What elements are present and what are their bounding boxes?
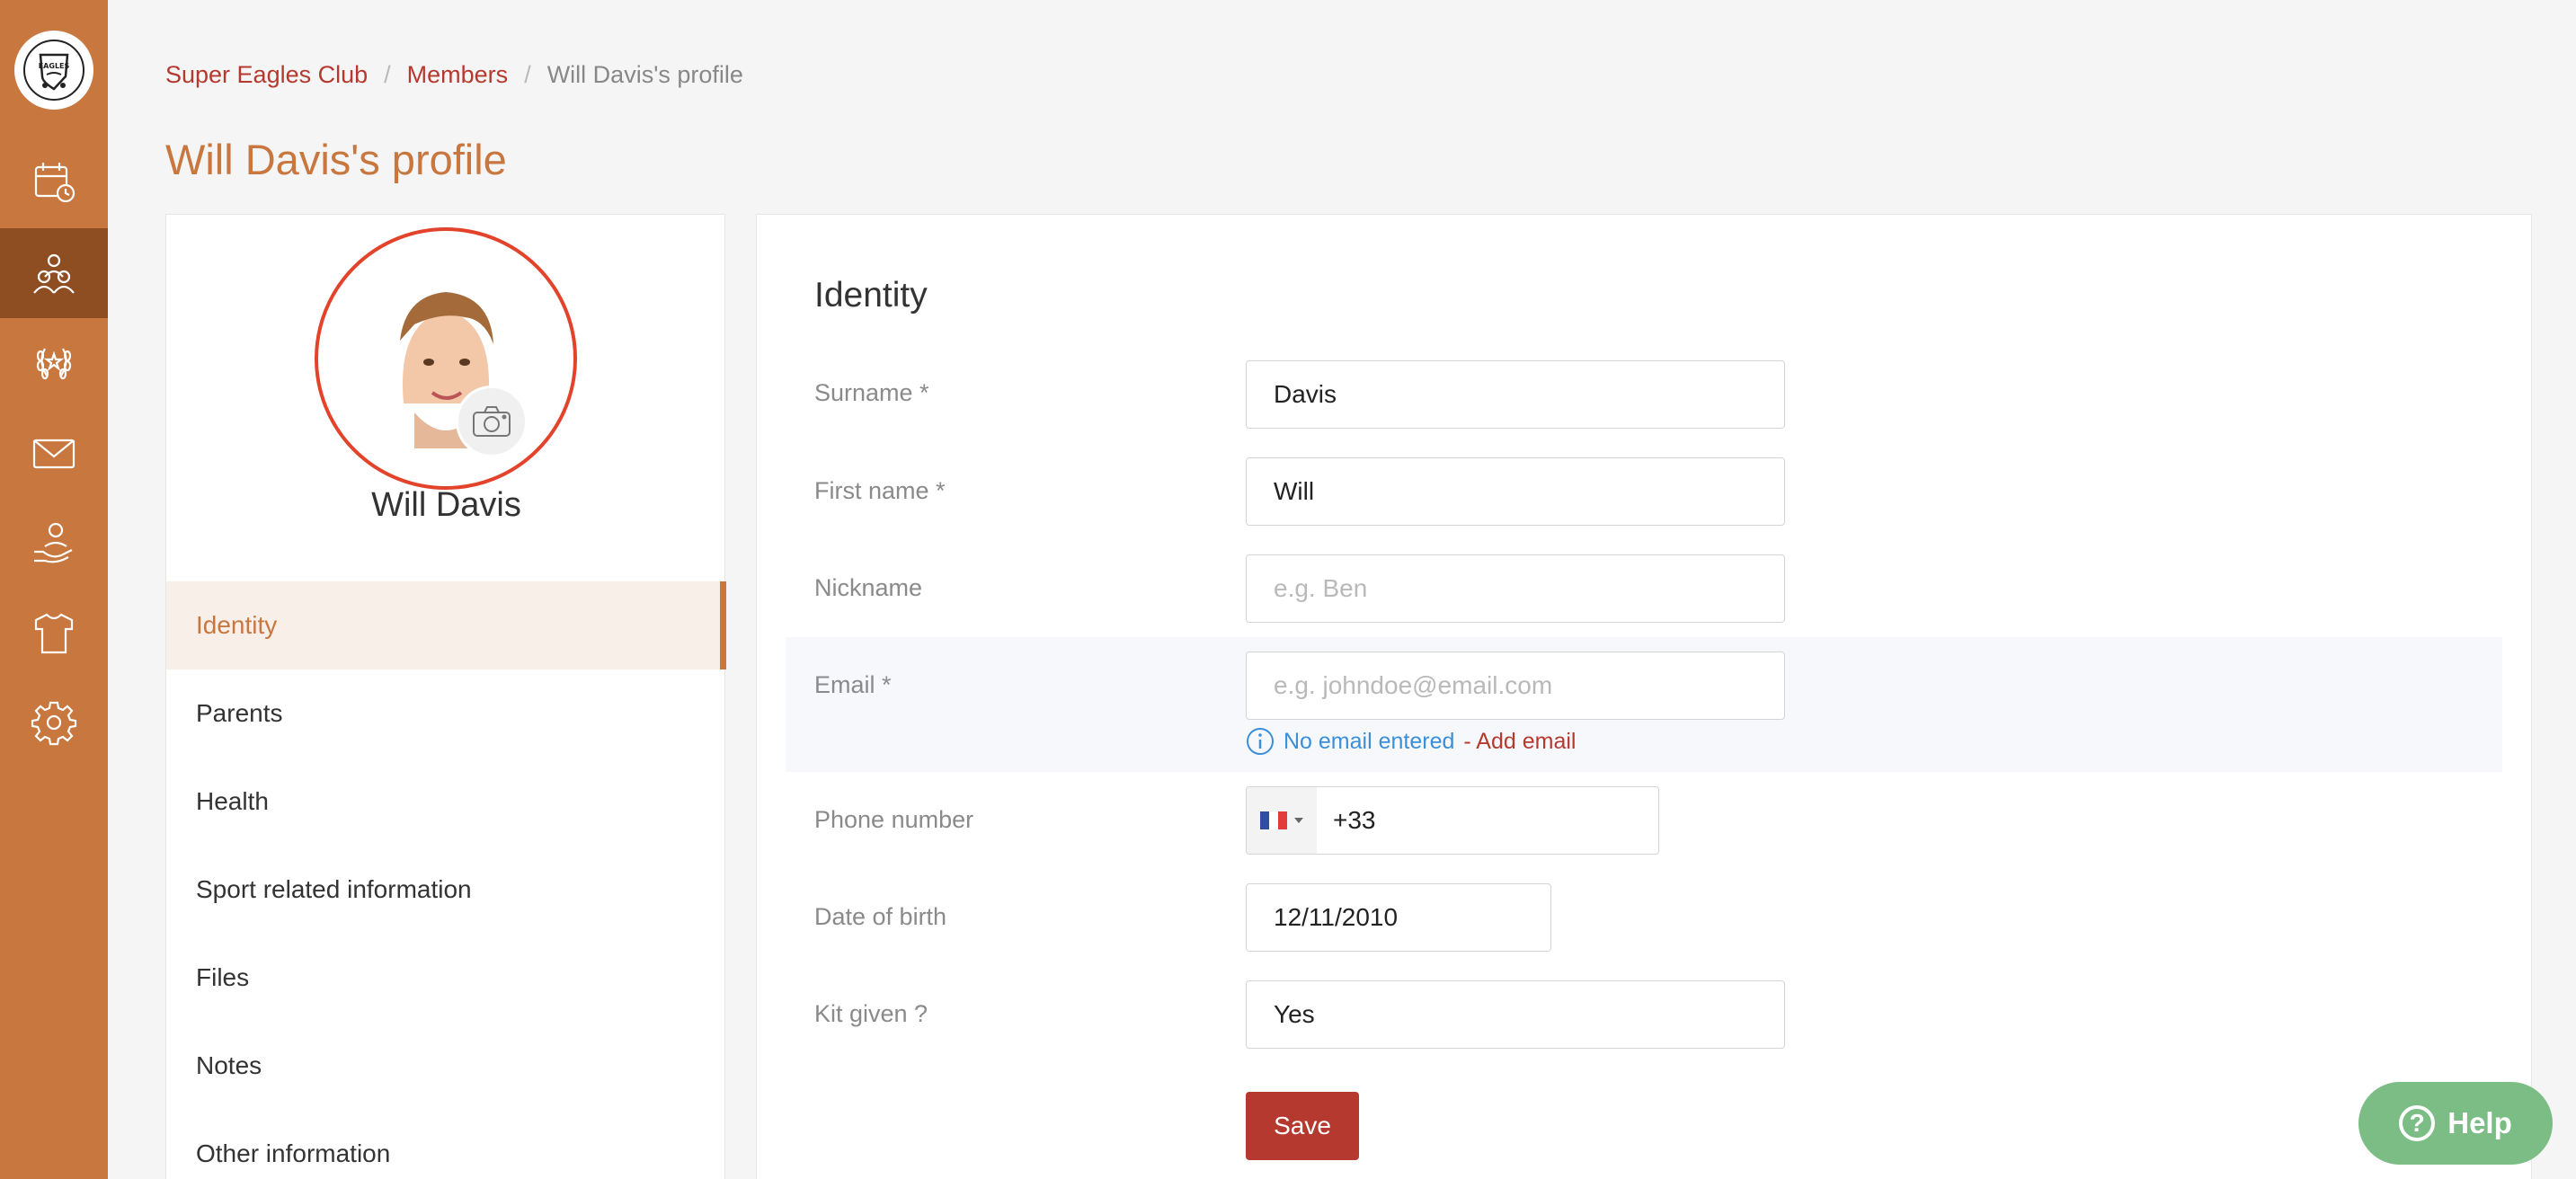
breadcrumb-separator: / — [524, 61, 531, 88]
breadcrumb-members-link[interactable]: Members — [407, 61, 509, 89]
sidebar-item-members[interactable] — [0, 228, 108, 318]
caret-down-icon — [1294, 818, 1303, 823]
phone-field — [1246, 786, 1659, 855]
email-field[interactable] — [1246, 652, 1785, 720]
page-title: Will Davis's profile — [165, 136, 507, 183]
add-email-link[interactable]: - Add email — [1463, 729, 1576, 755]
phone-input[interactable] — [1317, 789, 1640, 852]
menu-item-sport-info[interactable]: Sport related information — [166, 846, 726, 934]
surname-field[interactable] — [1246, 360, 1785, 429]
club-logo[interactable]: EAGLES — [14, 31, 93, 110]
save-button[interactable]: Save — [1246, 1092, 1359, 1160]
svg-text:EAGLES: EAGLES — [39, 62, 70, 70]
first-name-field[interactable] — [1246, 457, 1785, 526]
question-icon: ? — [2399, 1105, 2436, 1141]
menu-item-health[interactable]: Health — [166, 758, 726, 846]
sidebar-item-volunteers[interactable] — [0, 498, 108, 588]
no-email-text: No email entered — [1284, 728, 1455, 754]
dob-field[interactable] — [1246, 883, 1551, 952]
hand-person-icon — [34, 522, 73, 563]
surname-label: Surname * — [814, 379, 929, 406]
menu-item-notes[interactable]: Notes — [166, 1022, 726, 1110]
identity-form-card: Identity Surname * First name * Nickname… — [756, 214, 2532, 1179]
kit-given-field[interactable] — [1246, 980, 1785, 1049]
calendar-clock-icon — [34, 163, 76, 203]
help-label: Help — [2447, 1106, 2512, 1139]
profile-name: Will Davis — [371, 486, 521, 524]
breadcrumb-club-link[interactable]: Super Eagles Club — [165, 61, 368, 89]
sidebar-item-messages[interactable] — [0, 408, 108, 498]
gear-icon — [31, 701, 77, 746]
email-hint: No email entered - Add email — [1246, 727, 1576, 756]
nickname-field[interactable] — [1246, 554, 1785, 623]
sidebar: EAGLES — [0, 0, 108, 1179]
nickname-label: Nickname — [814, 574, 923, 601]
phone-label: Phone number — [814, 806, 974, 833]
section-title: Identity — [814, 276, 928, 315]
avatar[interactable] — [315, 227, 577, 490]
change-photo-button[interactable] — [456, 386, 528, 457]
breadcrumb: Super Eagles Club / Members / Will Davis… — [165, 61, 743, 89]
menu-item-identity[interactable]: Identity — [166, 581, 726, 669]
email-label: Email * — [814, 671, 892, 698]
sidebar-item-calendar[interactable] — [0, 137, 108, 226]
first-name-label: First name * — [814, 477, 946, 504]
eagles-shield-icon: EAGLES — [23, 40, 84, 101]
breadcrumb-current: Will Davis's profile — [546, 61, 743, 88]
profile-menu: Identity Parents Health Sport related in… — [166, 581, 726, 1179]
dob-label: Date of birth — [814, 903, 947, 930]
help-button[interactable]: ? Help — [2358, 1082, 2553, 1165]
sidebar-item-settings[interactable] — [0, 678, 108, 767]
menu-item-files[interactable]: Files — [166, 934, 726, 1022]
breadcrumb-separator: / — [384, 61, 391, 88]
info-icon — [1247, 728, 1274, 755]
france-flag-icon — [1260, 811, 1287, 829]
laurel-icon — [36, 348, 72, 380]
tshirt-icon — [34, 613, 74, 654]
kit-given-label: Kit given ? — [814, 1000, 928, 1027]
envelope-icon — [32, 439, 76, 469]
sidebar-item-achievements[interactable] — [0, 318, 108, 408]
sidebar-item-kit[interactable] — [0, 588, 108, 678]
profile-card: Will Davis Identity Parents Health Sport… — [165, 214, 726, 1179]
camera-icon — [473, 406, 511, 437]
people-icon — [33, 253, 75, 294]
menu-item-other-info[interactable]: Other information — [166, 1110, 726, 1179]
country-select[interactable] — [1247, 787, 1317, 854]
menu-item-parents[interactable]: Parents — [166, 669, 726, 758]
